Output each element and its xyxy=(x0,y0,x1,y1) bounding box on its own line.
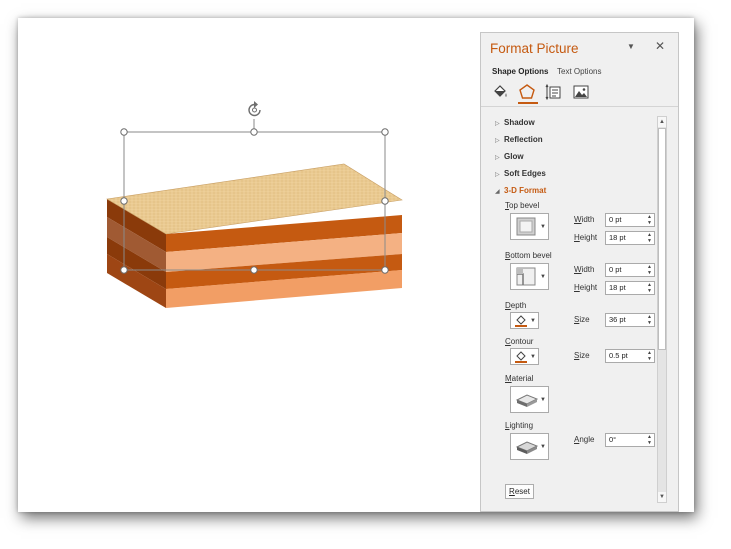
section-glow[interactable]: ▷ Glow xyxy=(495,152,524,161)
material-gallery[interactable]: ▼ xyxy=(510,386,549,413)
chevron-down-icon: ▼ xyxy=(530,353,536,360)
pane-scrollbar[interactable]: ▲ ▼ xyxy=(657,116,667,503)
effects-pentagon-icon[interactable] xyxy=(518,83,538,104)
contour-color-picker[interactable]: ▼ xyxy=(510,348,539,365)
chevron-down-icon: ▼ xyxy=(540,396,546,403)
chevron-down-icon: ▼ xyxy=(530,317,536,324)
contour-size-stepper[interactable]: 0.5 pt ▲ ▼ xyxy=(605,349,655,363)
top-bevel-label: Top bevel xyxy=(505,201,540,210)
tab-text-options[interactable]: Text Options xyxy=(557,67,601,76)
top-bevel-height-label: Height xyxy=(574,233,598,242)
chevron-down-icon: ▼ xyxy=(540,443,546,450)
contour-size-label: Size xyxy=(574,351,590,360)
depth-size-label: Size xyxy=(574,315,590,324)
depth-label: Depth xyxy=(505,301,527,310)
bottom-bevel-height-label: Height xyxy=(574,283,598,292)
bottom-bevel-width-stepper[interactable]: 0 pt ▲ ▼ xyxy=(605,263,655,277)
angle-label: Angle xyxy=(574,435,595,444)
section-reflection[interactable]: ▷ Reflection xyxy=(495,135,543,144)
fill-line-icon[interactable] xyxy=(491,83,511,103)
bottom-bevel-height-stepper[interactable]: 18 pt ▲ ▼ xyxy=(605,281,655,295)
top-bevel-gallery[interactable]: ▼ xyxy=(510,213,549,240)
lighting-gallery[interactable]: ▼ xyxy=(510,433,549,460)
rotate-handle-icon[interactable] xyxy=(248,101,261,117)
top-bevel-height-stepper[interactable]: 18 pt ▲ ▼ xyxy=(605,231,655,245)
pane-title: Format Picture xyxy=(490,41,579,56)
app-window: Format Picture ▼ ✕ Shape Options Text Op… xyxy=(18,18,694,512)
section-shadow[interactable]: ▷ Shadow xyxy=(495,118,535,127)
top-bevel-width-label: Width xyxy=(574,215,595,224)
contour-label: Contour xyxy=(505,337,534,346)
chevron-down-icon: ▼ xyxy=(540,223,546,230)
format-picture-pane: Format Picture ▼ ✕ Shape Options Text Op… xyxy=(480,32,679,512)
scroll-thumb[interactable] xyxy=(658,128,666,350)
scroll-down-icon[interactable]: ▼ xyxy=(658,492,666,502)
pane-divider xyxy=(481,106,678,107)
category-icon-row xyxy=(491,83,591,105)
scroll-up-icon[interactable]: ▲ xyxy=(658,117,666,127)
tab-shape-options[interactable]: Shape Options xyxy=(492,67,548,76)
angle-stepper[interactable]: 0° ▲ ▼ xyxy=(605,433,655,447)
material-label: Material xyxy=(505,374,534,383)
lighting-label: Lighting xyxy=(505,421,534,430)
depth-color-picker[interactable]: ▼ xyxy=(510,312,539,329)
depth-size-stepper[interactable]: 36 pt ▲ ▼ xyxy=(605,313,655,327)
bottom-bevel-width-label: Width xyxy=(574,265,595,274)
bottom-bevel-gallery[interactable]: ▼ xyxy=(510,263,549,290)
reset-button[interactable]: Reset xyxy=(505,484,534,499)
caret-down-icon[interactable]: ▼ xyxy=(627,42,635,51)
top-bevel-width-stepper[interactable]: 0 pt ▲ ▼ xyxy=(605,213,655,227)
3d-shape-picture[interactable] xyxy=(18,18,473,512)
chevron-down-icon: ▼ xyxy=(540,273,546,280)
bottom-bevel-label: Bottom bevel xyxy=(505,251,552,260)
picture-icon[interactable] xyxy=(572,83,592,103)
slide-canvas[interactable] xyxy=(18,18,473,512)
section-3d-format[interactable]: ◢ 3-D Format xyxy=(495,186,546,195)
size-properties-icon[interactable] xyxy=(545,83,565,103)
section-soft-edges[interactable]: ▷ Soft Edges xyxy=(495,169,546,178)
close-icon[interactable]: ✕ xyxy=(655,39,665,53)
